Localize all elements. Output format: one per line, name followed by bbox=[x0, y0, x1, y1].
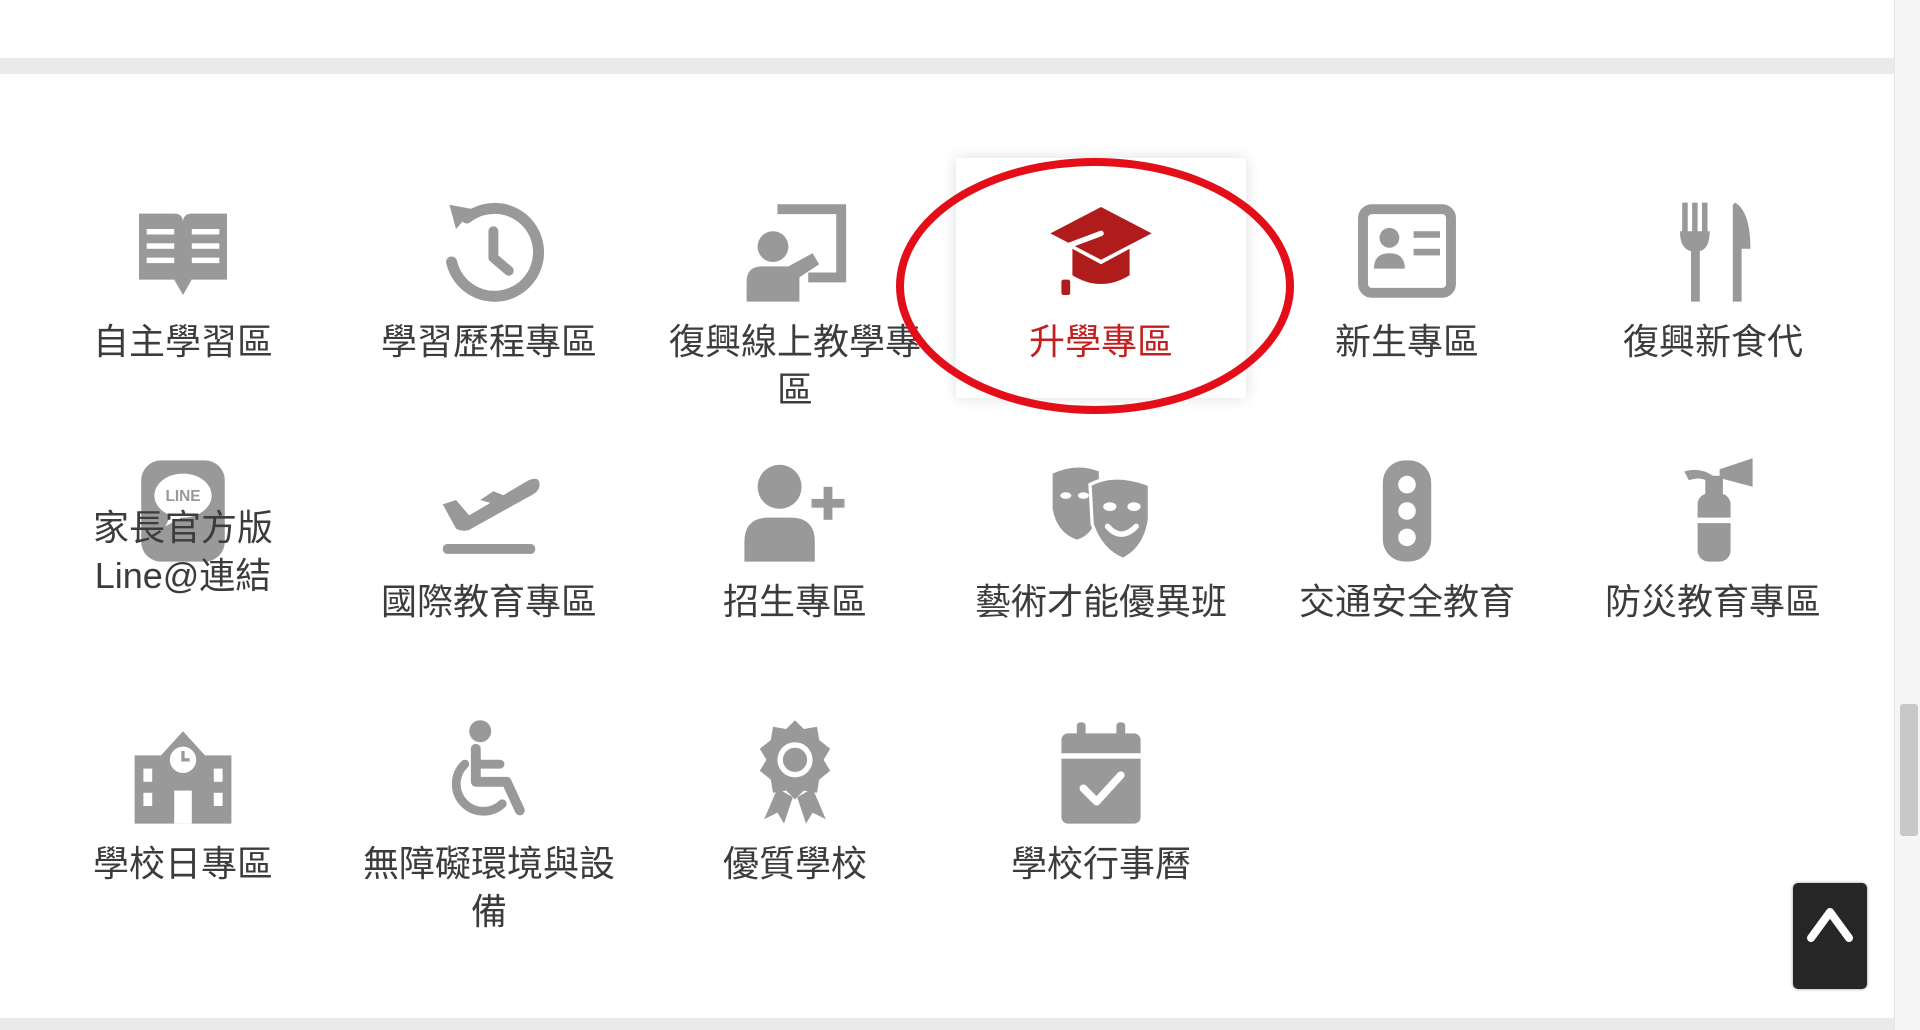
quick-link-international-education[interactable]: 國際教育專區 bbox=[344, 418, 634, 658]
quick-link-online-teaching[interactable]: 復興線上教學專區 bbox=[650, 158, 940, 410]
quick-link-learning-portfolio[interactable]: 學習歷程專區 bbox=[344, 158, 634, 398]
section-divider-bottom bbox=[0, 1018, 1894, 1030]
award-icon bbox=[740, 718, 850, 828]
quick-link-label: 藝術才能優異班 bbox=[974, 581, 1227, 622]
quick-link-label: 交通安全教育 bbox=[1298, 581, 1515, 622]
quick-link-label: 學校日專區 bbox=[92, 843, 273, 884]
quick-link-label: 國際教育專區 bbox=[380, 581, 597, 622]
graduation-cap-icon bbox=[1046, 196, 1156, 306]
quick-link-label: 自主學習區 bbox=[92, 321, 273, 362]
theater-masks-icon bbox=[1046, 456, 1156, 566]
school-icon bbox=[128, 718, 238, 828]
quick-link-parent-line[interactable]: LINE 家長官方版Line@連結 bbox=[38, 418, 328, 658]
back-to-top-button[interactable] bbox=[1793, 883, 1867, 989]
chevron-up-icon bbox=[1807, 908, 1853, 942]
history-icon bbox=[434, 196, 544, 306]
calendar-check-icon bbox=[1046, 718, 1156, 828]
chalkboard-teacher-icon bbox=[740, 196, 850, 306]
quick-link-label: 學校行事曆 bbox=[1010, 843, 1191, 884]
quick-link-accessibility[interactable]: 無障礙環境與設備 bbox=[344, 680, 634, 932]
quick-link-label: 升學專區 bbox=[1028, 321, 1173, 362]
traffic-light-icon bbox=[1352, 456, 1462, 566]
quick-link-self-learning[interactable]: 自主學習區 bbox=[38, 158, 328, 398]
quick-link-arts-talent[interactable]: 藝術才能優異班 bbox=[956, 418, 1246, 658]
quick-link-label: 招生專區 bbox=[722, 581, 867, 622]
plane-departure-icon bbox=[434, 456, 544, 566]
quick-link-label: 防災教育專區 bbox=[1604, 581, 1821, 622]
quick-link-label: 復興線上教學專區 bbox=[668, 321, 921, 410]
line-app-icon-text: LINE bbox=[165, 488, 200, 505]
quick-link-label: 新生專區 bbox=[1334, 321, 1479, 362]
quick-link-school-day[interactable]: 學校日專區 bbox=[38, 680, 328, 920]
fire-extinguisher-icon bbox=[1658, 456, 1768, 566]
quick-link-college-admission[interactable]: 升學專區 bbox=[956, 158, 1246, 398]
utensils-icon bbox=[1658, 196, 1768, 306]
scrollbar-thumb[interactable] bbox=[1900, 704, 1918, 836]
quick-link-label: 無障礙環境與設備 bbox=[362, 843, 615, 932]
quick-link-admissions[interactable]: 招生專區 bbox=[650, 418, 940, 658]
book-icon bbox=[128, 196, 238, 306]
quick-link-label: 復興新食代 bbox=[1622, 321, 1803, 362]
id-card-icon bbox=[1352, 196, 1462, 306]
wheelchair-icon bbox=[434, 718, 544, 828]
previous-section-card bbox=[0, 0, 1894, 61]
quick-link-label: 學習歷程專區 bbox=[380, 321, 597, 362]
quick-link-label: 家長官方版Line@連結 bbox=[92, 507, 273, 596]
quick-link-traffic-safety[interactable]: 交通安全教育 bbox=[1262, 418, 1552, 658]
quick-link-disaster-prevention[interactable]: 防災教育專區 bbox=[1568, 418, 1858, 658]
quick-link-freshman[interactable]: 新生專區 bbox=[1262, 158, 1552, 398]
page-scrollbar[interactable] bbox=[1894, 0, 1920, 1030]
user-plus-icon bbox=[740, 456, 850, 566]
quick-link-school-meals[interactable]: 復興新食代 bbox=[1568, 158, 1858, 398]
quick-link-school-calendar[interactable]: 學校行事曆 bbox=[956, 680, 1246, 920]
quick-link-quality-school[interactable]: 優質學校 bbox=[650, 680, 940, 920]
section-divider bbox=[0, 58, 1894, 74]
quick-link-label: 優質學校 bbox=[722, 843, 867, 884]
